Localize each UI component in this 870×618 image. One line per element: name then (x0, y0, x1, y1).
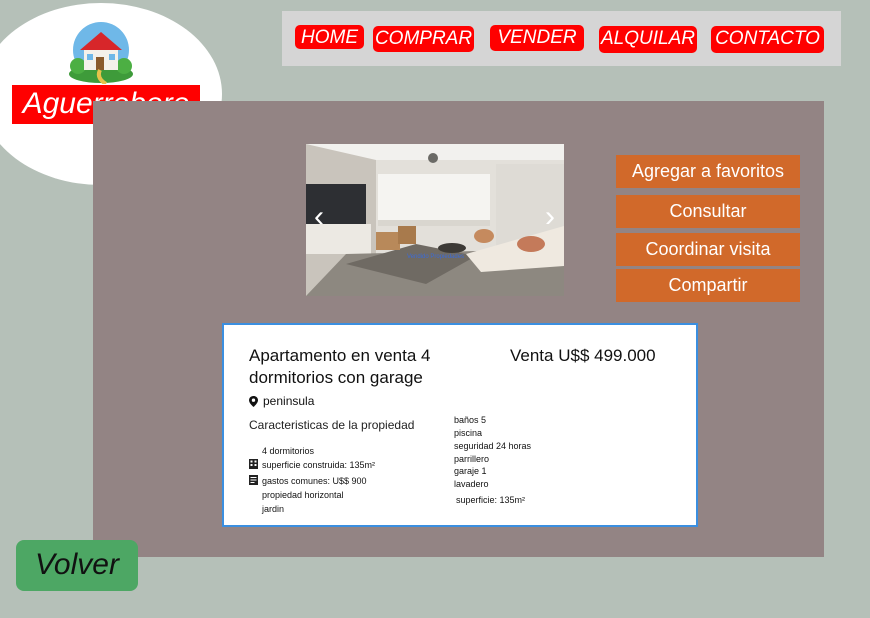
listing-price: Venta U$$ 499.000 (510, 346, 656, 365)
feature-pool: piscina (454, 428, 483, 438)
schedule-visit-button[interactable]: Coordinar visita (616, 233, 800, 266)
photo-watermark: Vendido Propiedades (407, 254, 465, 260)
living-room-photo (306, 144, 564, 296)
feature-bathrooms: baños 5 (454, 415, 487, 425)
feature-common-expenses: gastos comunes: U$$ 900 (262, 476, 367, 486)
carousel-prev-icon[interactable]: ‹ (314, 202, 324, 232)
back-button[interactable]: Volver (16, 540, 138, 591)
feature-horizontal-property: propiedad horizontal (262, 490, 344, 500)
building-icon (249, 459, 258, 469)
house-logo-icon (69, 22, 133, 84)
nav-contacto-button[interactable]: CONTACTO (711, 26, 824, 53)
feature-security: seguridad 24 horas (454, 441, 532, 451)
nav-alquilar-button[interactable]: ALQUILAR (599, 26, 697, 53)
listing-card: Apartamento en venta 4 dormitorios con g… (222, 323, 698, 527)
features-heading: Caracteristicas de la propiedad (249, 418, 415, 432)
listing-title: Apartamento en venta 4 dormitorios con g… (249, 346, 431, 387)
nav-vender-button[interactable]: VENDER (490, 25, 584, 51)
location-pin-icon (249, 395, 258, 407)
feature-garage: garaje 1 (454, 466, 487, 476)
carousel-next-icon[interactable]: › (545, 202, 555, 232)
feature-laundry: lavadero (454, 479, 489, 489)
feature-built-area: superficie construida: 135m² (262, 460, 376, 470)
location-label: peninsula (263, 394, 315, 408)
feature-grill: parrillero (454, 454, 490, 464)
nav-comprar-button[interactable]: COMPRAR (373, 26, 474, 52)
feature-bedrooms: 4 dormitorios (262, 446, 315, 456)
feature-surface: superficie: 135m² (456, 495, 526, 505)
share-button[interactable]: Compartir (616, 269, 800, 302)
feature-garden: jardin (262, 504, 285, 514)
listing-location: peninsula (249, 394, 314, 408)
receipt-icon (249, 475, 258, 485)
consult-button[interactable]: Consultar (616, 195, 800, 228)
property-photo-carousel[interactable]: ‹ › Vendido Propiedades (306, 144, 564, 296)
add-favorites-button[interactable]: Agregar a favoritos (616, 155, 800, 188)
nav-home-button[interactable]: HOME (295, 25, 364, 49)
